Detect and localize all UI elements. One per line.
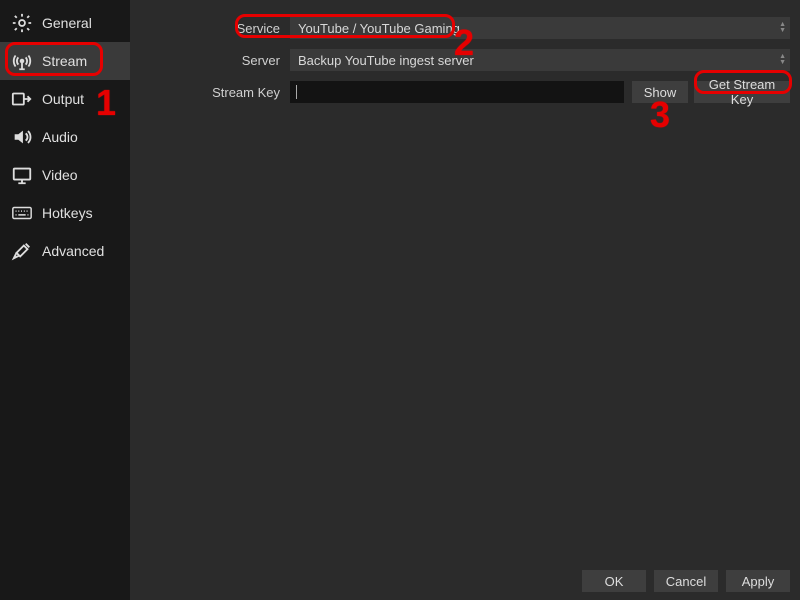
sidebar-item-label: Advanced bbox=[42, 243, 104, 259]
dialog-footer: OK Cancel Apply bbox=[582, 570, 790, 592]
sidebar-item-hotkeys[interactable]: Hotkeys bbox=[0, 194, 130, 232]
speaker-icon bbox=[10, 125, 34, 149]
sidebar-item-advanced[interactable]: Advanced bbox=[0, 232, 130, 270]
streamkey-label: Stream Key bbox=[140, 85, 290, 100]
sidebar-item-video[interactable]: Video bbox=[0, 156, 130, 194]
sidebar-item-label: Audio bbox=[42, 129, 78, 145]
output-icon bbox=[10, 87, 34, 111]
sidebar-item-label: General bbox=[42, 15, 92, 31]
sidebar-item-label: Output bbox=[42, 91, 84, 107]
sidebar-item-general[interactable]: General bbox=[0, 4, 130, 42]
sidebar-item-label: Hotkeys bbox=[42, 205, 93, 221]
service-value: YouTube / YouTube Gaming bbox=[298, 21, 460, 36]
antenna-icon bbox=[10, 49, 34, 73]
sidebar-item-audio[interactable]: Audio bbox=[0, 118, 130, 156]
settings-sidebar: General Stream Output bbox=[0, 0, 130, 600]
settings-panel-stream: Service YouTube / YouTube Gaming ▲▼ Serv… bbox=[130, 0, 800, 600]
show-button[interactable]: Show bbox=[632, 81, 688, 103]
monitor-icon bbox=[10, 163, 34, 187]
sidebar-item-output[interactable]: Output bbox=[0, 80, 130, 118]
chevron-updown-icon: ▲▼ bbox=[779, 22, 786, 34]
service-dropdown[interactable]: YouTube / YouTube Gaming ▲▼ bbox=[290, 17, 790, 39]
server-label: Server bbox=[140, 53, 290, 68]
service-label: Service bbox=[140, 21, 290, 36]
gear-icon bbox=[10, 11, 34, 35]
server-dropdown[interactable]: Backup YouTube ingest server ▲▼ bbox=[290, 49, 790, 71]
get-stream-key-button[interactable]: Get Stream Key bbox=[694, 81, 790, 103]
keyboard-icon bbox=[10, 201, 34, 225]
sidebar-item-stream[interactable]: Stream bbox=[0, 42, 130, 80]
text-caret bbox=[296, 85, 297, 99]
cancel-button[interactable]: Cancel bbox=[654, 570, 718, 592]
ok-button[interactable]: OK bbox=[582, 570, 646, 592]
server-value: Backup YouTube ingest server bbox=[298, 53, 474, 68]
apply-button[interactable]: Apply bbox=[726, 570, 790, 592]
sidebar-item-label: Stream bbox=[42, 53, 87, 69]
streamkey-input[interactable] bbox=[290, 81, 624, 103]
tools-icon bbox=[10, 239, 34, 263]
chevron-updown-icon: ▲▼ bbox=[779, 54, 786, 66]
sidebar-item-label: Video bbox=[42, 167, 78, 183]
